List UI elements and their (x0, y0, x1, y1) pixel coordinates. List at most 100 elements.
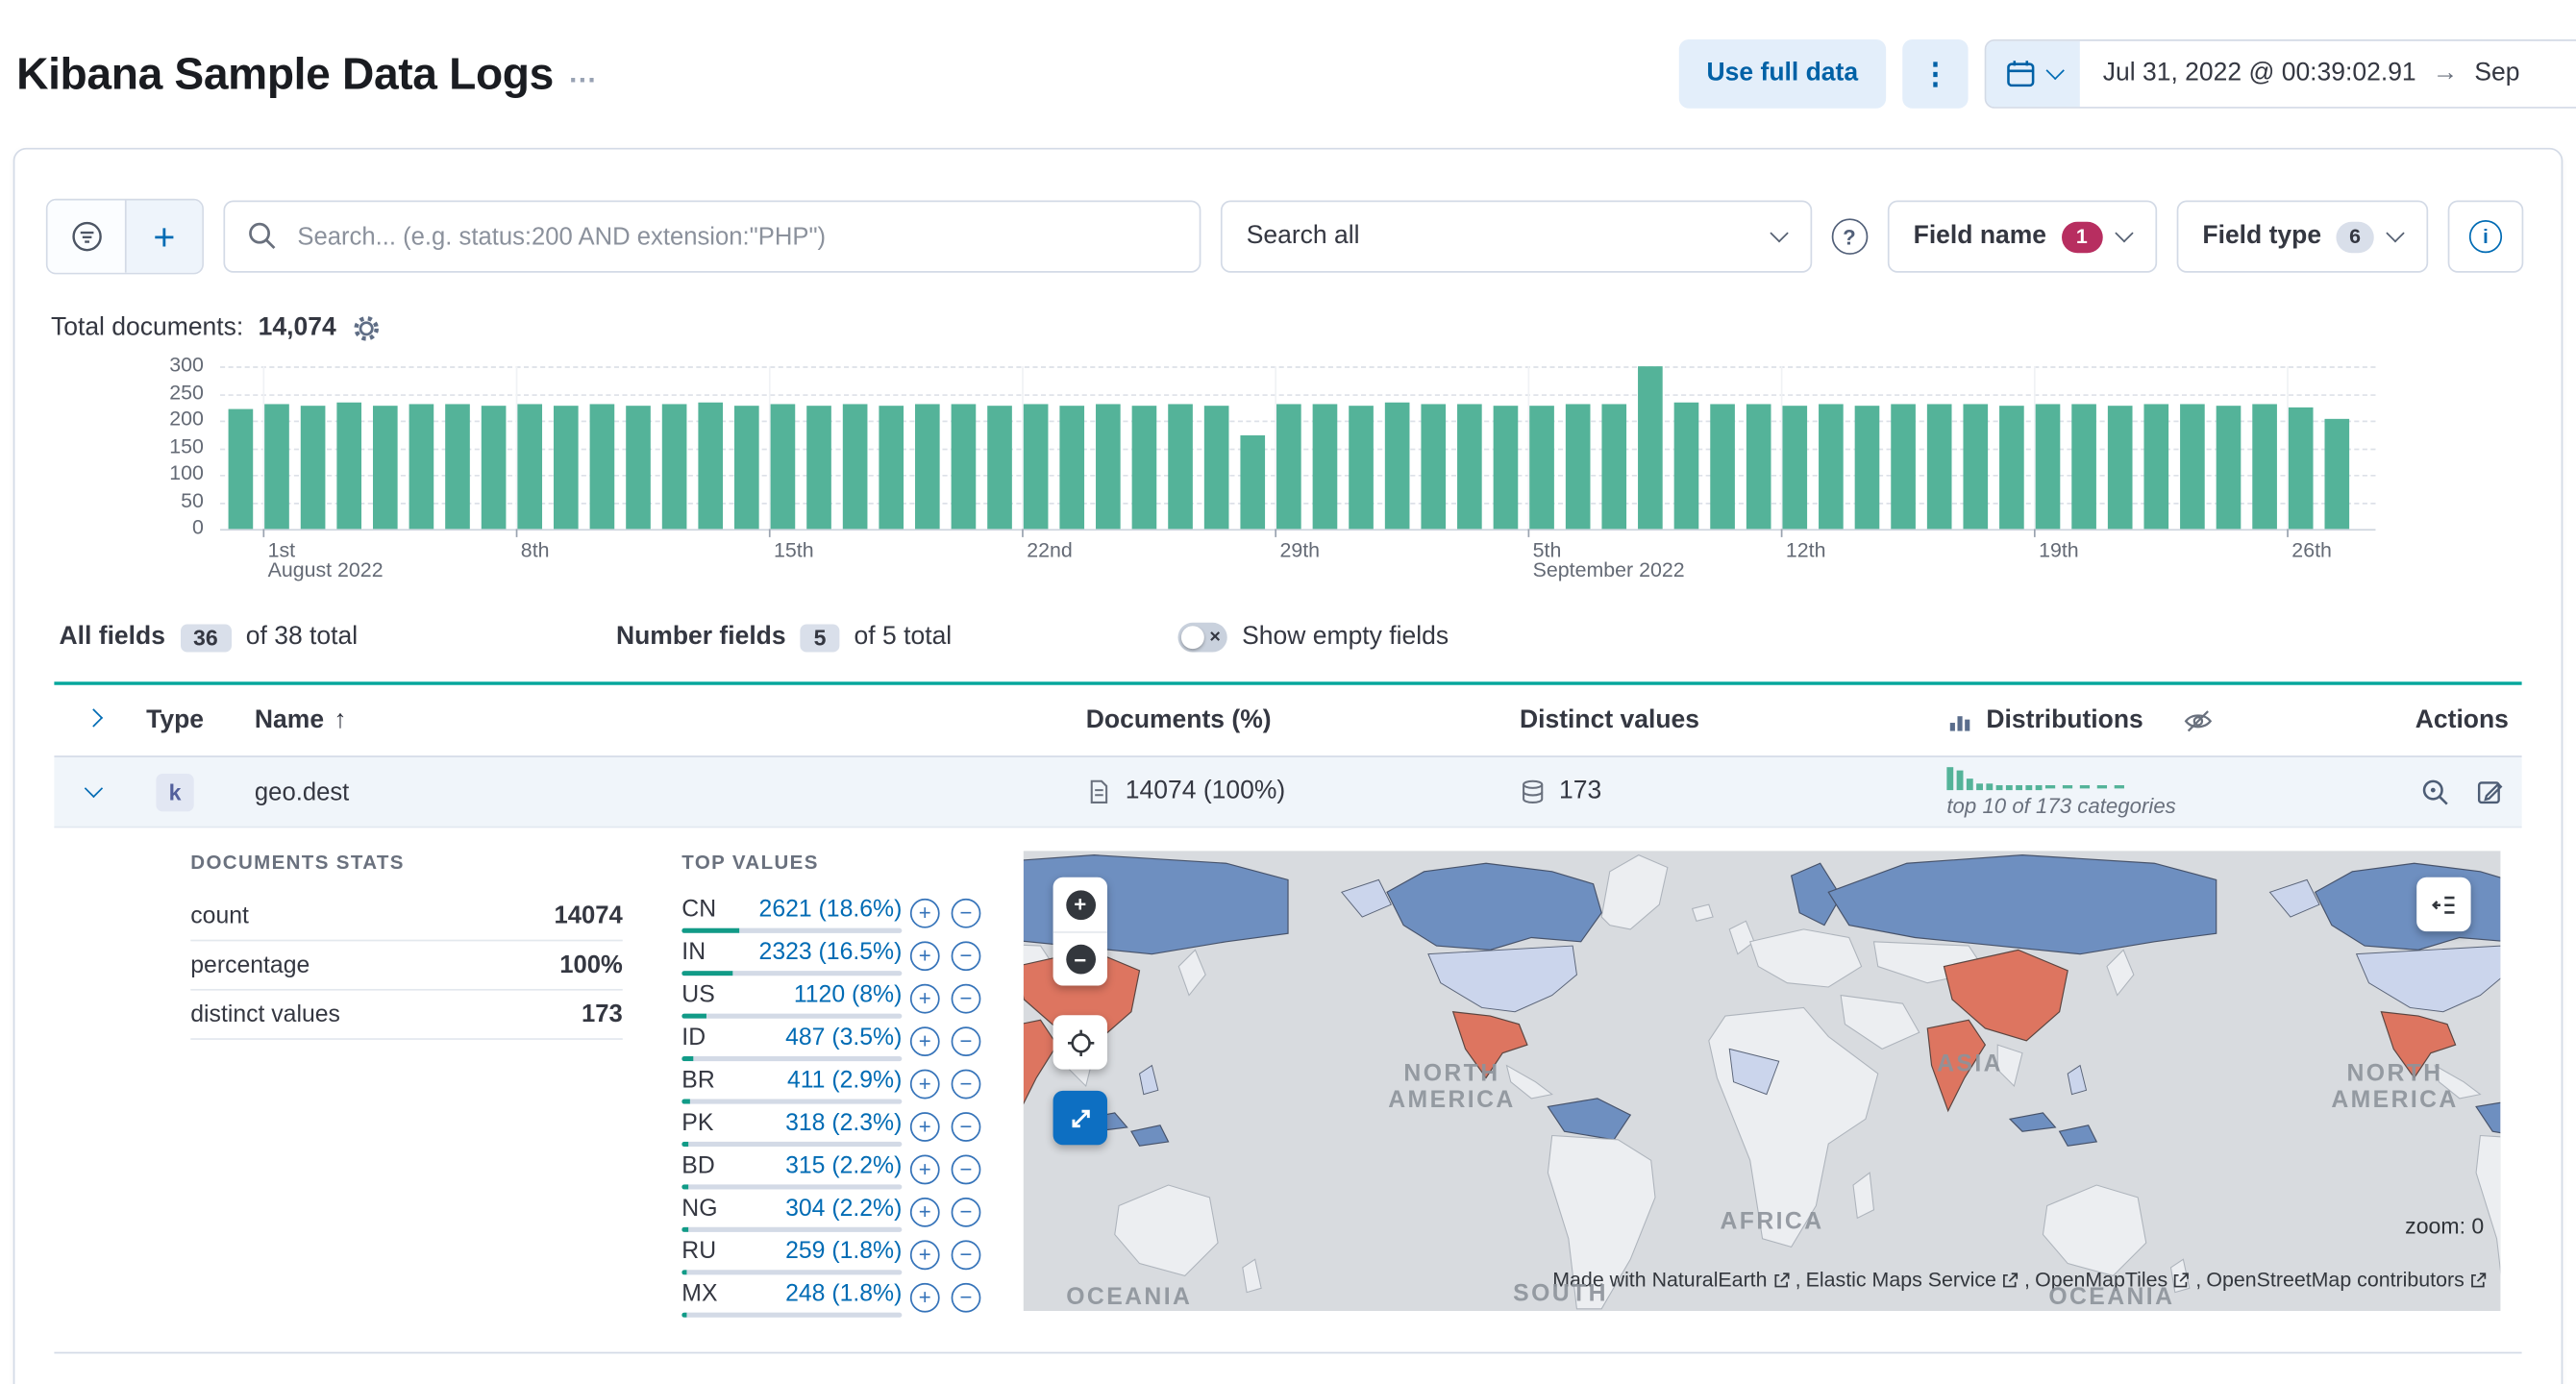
y-axis-label: 150 (169, 434, 204, 458)
column-header-distributions[interactable]: Distributions (1986, 705, 2143, 735)
map-region-label: ASIA (1937, 1050, 2003, 1078)
documents-stats-title: DOCUMENTS STATS (190, 851, 405, 875)
histogram-bar (1819, 404, 1844, 530)
stat-value: 100% (559, 951, 623, 979)
filter-out-value-button[interactable]: − (951, 1069, 981, 1100)
magnifier-icon (2422, 778, 2448, 804)
histogram-bar (1203, 405, 1229, 530)
more-options-button[interactable]: ⋮ (1902, 39, 1969, 109)
map-zoom-in-button[interactable]: + (1053, 877, 1107, 931)
stat-label: percentage (190, 952, 310, 978)
filter-for-value-button[interactable]: + (909, 1240, 940, 1271)
map-region-label: NORTH AMERICA (1388, 1061, 1516, 1114)
chevron-down-icon (1769, 224, 1789, 243)
filter-out-value-button[interactable]: − (951, 1026, 981, 1057)
top-value-bar (681, 1270, 903, 1275)
data-visualizer-panel: + Search all ? Field name 1 Field type 6 (12, 147, 2564, 1384)
histogram-bar (2035, 404, 2061, 530)
geo-distribution-map[interactable]: + − zoom: 0 Made with NaturalEarth, Elas… (1023, 851, 2501, 1311)
filter-out-value-button[interactable]: − (951, 1282, 981, 1313)
filter-for-value-button[interactable]: + (909, 1026, 940, 1057)
collapse-row-button[interactable] (67, 765, 120, 818)
map-attribution-item[interactable]: OpenStreetMap contributors (2206, 1268, 2464, 1291)
filter-toggle-button[interactable] (47, 200, 125, 273)
search-scope-select[interactable]: Search all (1220, 200, 1812, 273)
gear-icon[interactable] (351, 313, 381, 343)
histogram-bar (1096, 404, 1121, 530)
help-icon[interactable]: ? (1831, 218, 1868, 255)
map-fullscreen-button[interactable] (1053, 1090, 1107, 1146)
histogram-plot[interactable] (220, 366, 2376, 537)
calendar-dropdown-button[interactable] (1986, 40, 2080, 108)
histogram-bar (409, 405, 434, 530)
distribution-bar (1976, 783, 1983, 791)
histogram-bar (1529, 406, 1554, 530)
filter-for-value-button[interactable]: + (909, 898, 940, 928)
column-header-distinct-values[interactable]: Distinct values (1520, 705, 1946, 735)
filter-for-value-button[interactable]: + (909, 1282, 940, 1313)
distribution-overflow-dashes (2044, 784, 2124, 789)
histogram-bar (1963, 404, 1989, 530)
filter-button-group: + (45, 198, 204, 275)
histogram-bar (1746, 404, 1771, 530)
filter-out-value-button[interactable]: − (951, 1197, 981, 1227)
column-header-type[interactable]: Type (146, 705, 255, 735)
histogram-bar (661, 405, 687, 530)
map-legend-toggle-button[interactable] (2416, 877, 2471, 932)
axis-tick (1780, 529, 1783, 537)
map-zoom-out-button[interactable]: − (1053, 931, 1107, 985)
explore-field-action-button[interactable] (2420, 777, 2451, 807)
axis-tick (2033, 529, 2036, 537)
filter-out-value-button[interactable]: − (951, 941, 981, 972)
map-zoom-controls: + − (1053, 877, 1107, 986)
map-fit-data-button[interactable] (1053, 1015, 1107, 1070)
histogram-bar (1276, 405, 1301, 530)
histogram-bar (698, 403, 724, 530)
filter-out-value-button[interactable]: − (951, 1154, 981, 1185)
filter-out-value-button[interactable]: − (951, 898, 981, 928)
distribution-bar (2025, 784, 2033, 791)
histogram-bar (1349, 405, 1374, 530)
histogram-bar (1673, 402, 1699, 530)
top-value-bar (681, 971, 903, 976)
filter-for-value-button[interactable]: + (909, 1112, 940, 1142)
add-filter-button[interactable]: + (124, 200, 203, 273)
date-range-start[interactable]: Jul 31, 2022 @ 00:39:02.91 (2103, 60, 2416, 89)
filter-for-value-button[interactable]: + (909, 1069, 940, 1100)
hide-distributions-button[interactable] (2183, 705, 2213, 735)
grid-line (220, 393, 2376, 396)
use-full-data-button[interactable]: Use full data (1678, 39, 1887, 109)
top-value-row: ID 487 (3.5%) + − (681, 1020, 987, 1062)
histogram-bar (1999, 405, 2024, 530)
world-map (1023, 851, 2501, 1311)
map-region-label: NORTH AMERICA (2331, 1061, 2459, 1114)
filter-for-value-button[interactable]: + (909, 1154, 940, 1185)
map-attribution-item[interactable]: Elastic Maps Service (1806, 1268, 1996, 1291)
search-input[interactable] (223, 200, 1201, 273)
column-header-name[interactable]: Name (255, 705, 324, 735)
histogram-bar (1023, 404, 1049, 530)
field-stats-info-button[interactable]: i (2447, 200, 2524, 273)
date-range-end[interactable]: Sep (2474, 60, 2519, 89)
axis-tick (1527, 529, 1530, 537)
distribution-bar (1956, 770, 1964, 791)
title-options-icon[interactable]: ⋯ (568, 64, 596, 97)
column-header-documents[interactable]: Documents (%) (1086, 705, 1520, 735)
axis-tick (1022, 529, 1024, 537)
filter-out-value-button[interactable]: − (951, 1240, 981, 1271)
field-type-filter-button[interactable]: Field type 6 (2176, 200, 2429, 273)
filter-out-value-button[interactable]: − (951, 1112, 981, 1142)
histogram-bar (1891, 404, 1916, 530)
edit-field-action-button[interactable] (2476, 777, 2506, 807)
filter-for-value-button[interactable]: + (909, 1197, 940, 1227)
database-icon (1523, 779, 1544, 803)
filter-out-value-button[interactable]: − (951, 983, 981, 1014)
total-documents-label: Total documents: (50, 313, 244, 342)
expand-all-button[interactable] (67, 694, 120, 747)
field-name-filter-button[interactable]: Field name 1 (1887, 200, 2157, 273)
filter-for-value-button[interactable]: + (909, 941, 940, 972)
sort-ascending-icon[interactable]: ↑ (334, 705, 346, 735)
show-empty-fields-toggle[interactable]: × (1177, 622, 1227, 653)
filter-for-value-button[interactable]: + (909, 983, 940, 1014)
table-row-geo-dest[interactable]: k geo.dest 14074 (100%) 173 top 10 of 17… (54, 756, 2522, 828)
